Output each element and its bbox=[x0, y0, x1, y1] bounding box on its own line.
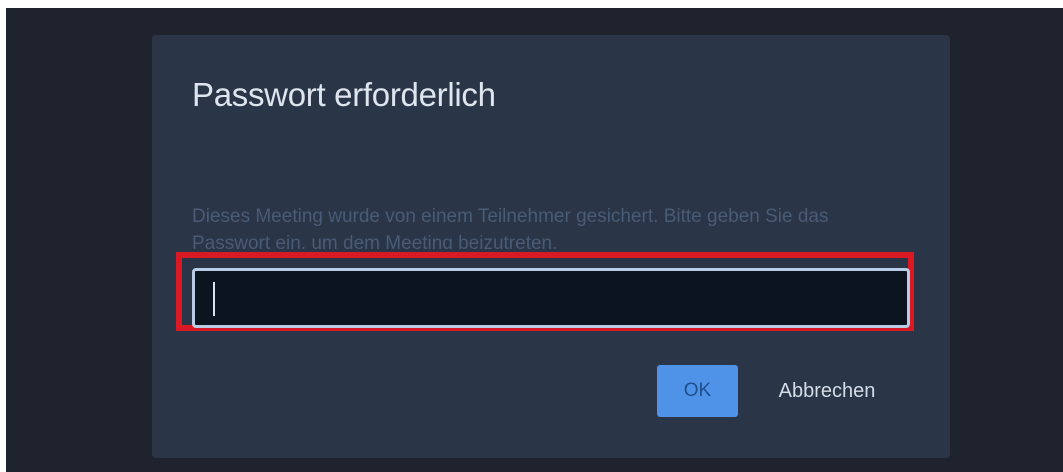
ok-button[interactable]: OK bbox=[657, 365, 738, 417]
cancel-button[interactable]: Abbrechen bbox=[752, 365, 902, 417]
dialog-message: Dieses Meeting wurde von einem Teilnehme… bbox=[192, 206, 829, 249]
password-dialog: Passwort erforderlich Dieses Meeting wur… bbox=[152, 35, 950, 458]
dialog-title: Passwort erforderlich bbox=[192, 76, 496, 113]
text-caret bbox=[213, 282, 215, 316]
password-input[interactable] bbox=[192, 268, 910, 328]
